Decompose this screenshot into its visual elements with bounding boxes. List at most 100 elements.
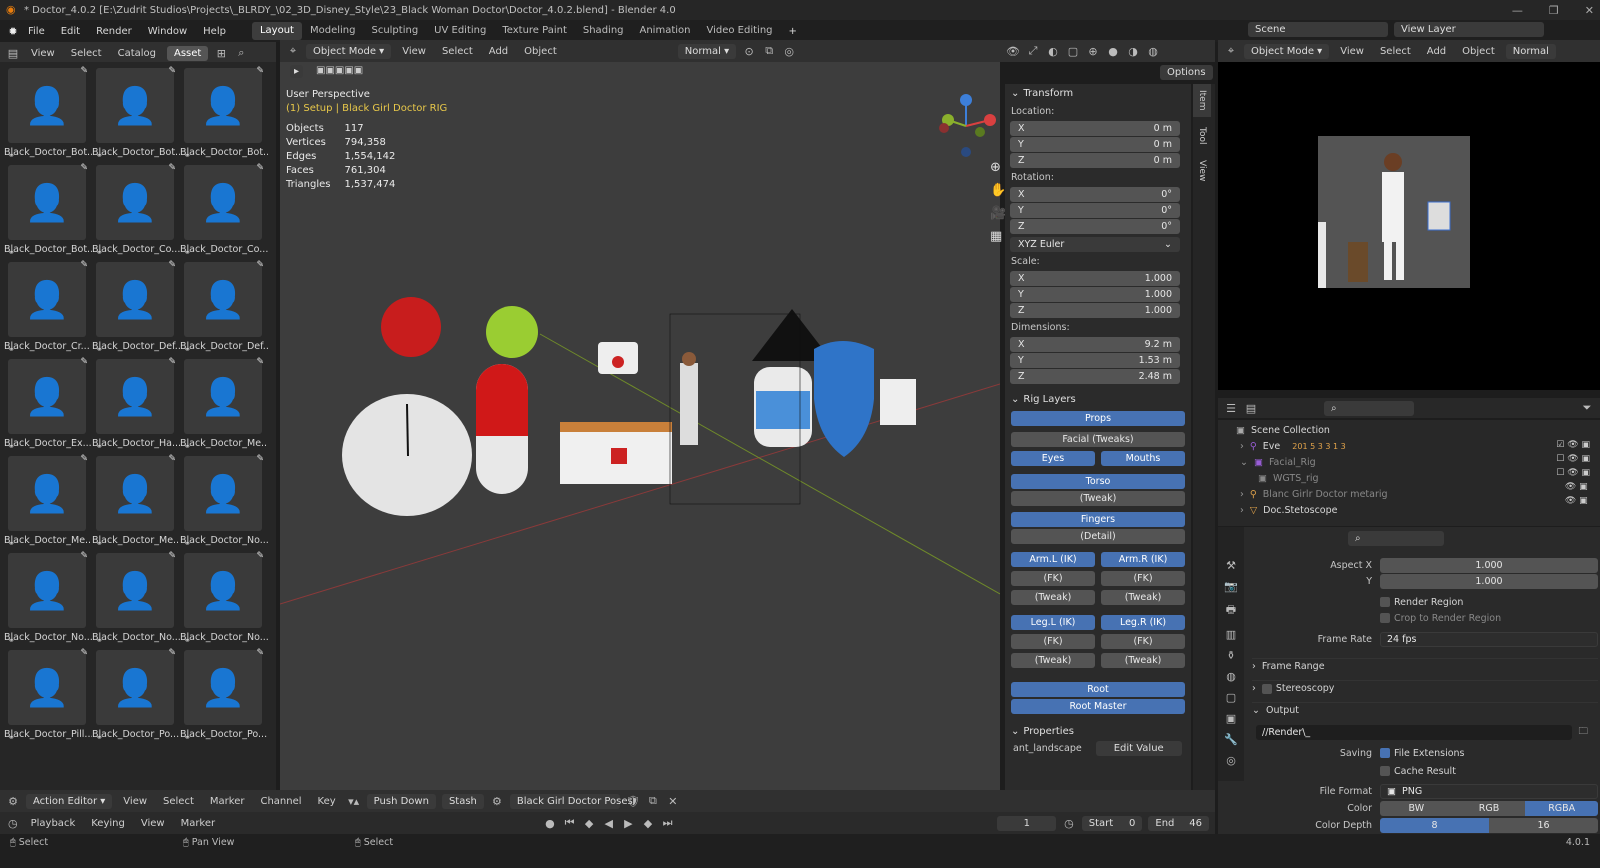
asset-item[interactable]: 👤 ✎ ⚭ Black_Doctor_Bot... — [92, 64, 180, 161]
tab-view[interactable]: View — [1193, 154, 1211, 187]
location-field[interactable]: X 0 m — [1010, 121, 1180, 136]
pv-menu-select[interactable]: Select — [1375, 46, 1416, 57]
object-tab-icon[interactable]: ▣ — [1226, 712, 1236, 725]
tool-tab-icon[interactable]: ⚒ — [1226, 559, 1236, 572]
record-icon[interactable]: ● — [543, 817, 557, 830]
edit-icon[interactable]: ✎ — [80, 551, 88, 561]
rotation-field[interactable]: Z 0° — [1010, 219, 1180, 234]
add-workspace-icon[interactable]: + — [781, 26, 805, 37]
depth-16-button[interactable]: 16 — [1489, 817, 1598, 833]
rig-torso-button[interactable]: Torso — [1011, 474, 1185, 489]
location-field[interactable]: Y 0 m — [1010, 137, 1180, 152]
edit-icon[interactable]: ✎ — [256, 357, 264, 367]
tab-uv-editing[interactable]: UV Editing — [426, 22, 494, 40]
jump-start-icon[interactable]: ⏮ — [563, 816, 577, 830]
editor-type-icon[interactable]: ▤ — [6, 47, 20, 60]
asset-item[interactable]: 👤 ✎ ⚭ Black_Doctor_Me... — [180, 355, 268, 452]
rig-layers-header[interactable]: ⌄ Rig Layers — [1005, 390, 1191, 409]
view-layer-tab-icon[interactable]: ▥ — [1226, 628, 1236, 641]
edit-icon[interactable]: ✎ — [80, 163, 88, 173]
unlink-icon[interactable]: ✕ — [666, 795, 680, 808]
edit-icon[interactable]: ✎ — [168, 66, 176, 76]
vp-menu-add[interactable]: Add — [484, 46, 513, 57]
asset-item[interactable]: 👤 ✎ ⚭ Black_Doctor_Def... — [92, 258, 180, 355]
rotation-mode-dropdown[interactable]: XYZ Euler ⌄ — [1010, 237, 1180, 252]
tab-layout[interactable]: Layout — [251, 22, 302, 40]
output-path-input[interactable]: //Render\_ — [1256, 724, 1573, 740]
duplicate-icon[interactable]: ⧉ — [646, 794, 660, 808]
outliner-editor-icon[interactable]: ☰ — [1224, 402, 1238, 415]
asset-item[interactable]: 👤 ✎ ⚭ Black_Doctor_Def... — [180, 258, 268, 355]
push-down-button[interactable]: Push Down — [366, 793, 436, 809]
camera-icon[interactable]: 🎥 — [990, 206, 1006, 221]
zoom-icon[interactable]: ⊕ — [990, 160, 1006, 175]
rig-fingers-button[interactable]: Fingers — [1011, 512, 1185, 527]
edit-icon[interactable]: ✎ — [168, 260, 176, 270]
crop-row[interactable]: Crop to Render Region — [1252, 610, 1598, 626]
stash-button[interactable]: Stash — [441, 793, 484, 809]
asset-item[interactable]: 👤 ✎ ⚭ Black_Doctor_Ex... — [4, 355, 92, 452]
cache-result-checkbox[interactable] — [1380, 766, 1390, 776]
vp-menu-view[interactable]: View — [397, 46, 431, 57]
frame-range-panel[interactable]: › Frame Range — [1252, 658, 1598, 674]
menu-file[interactable]: File — [20, 26, 53, 37]
rig-leg-r-ik-button[interactable]: Leg.R (IK) — [1101, 615, 1185, 630]
depth-8-button[interactable]: 8 — [1380, 817, 1489, 833]
eye-icon[interactable]: ☐ 👁 ▣ — [1556, 468, 1590, 478]
display-mode-icon[interactable]: ▤ — [1244, 402, 1258, 415]
output-tab-icon[interactable]: 🖶 — [1226, 601, 1236, 620]
edit-icon[interactable]: ✎ — [80, 260, 88, 270]
rig-eyes-button[interactable]: Eyes — [1011, 451, 1095, 466]
minimize-icon[interactable]: — — [1512, 4, 1523, 17]
current-frame-field[interactable]: 1 — [997, 815, 1057, 831]
camera-preview[interactable] — [1218, 62, 1600, 390]
rendered-shading-icon[interactable]: ◍ — [1146, 45, 1160, 58]
file-format-dropdown[interactable]: ▣ PNG — [1380, 783, 1598, 799]
solid-shading-icon[interactable]: ● — [1106, 45, 1120, 58]
outliner-scene-collection[interactable]: ▣ Scene Collection — [1218, 422, 1600, 438]
rig-props-button[interactable]: Props — [1011, 411, 1185, 426]
asset-item[interactable]: 👤 ✎ ⚭ Black_Doctor_Bot... — [4, 64, 92, 161]
eye-icon[interactable]: 👁 ▣ — [1556, 496, 1590, 506]
asset-item[interactable]: 👤 ✎ ⚭ Black_Doctor_No... — [180, 549, 268, 646]
edit-icon[interactable]: ✎ — [256, 260, 264, 270]
editor-type-icon[interactable]: ⌖ — [1224, 44, 1238, 58]
rig-torso-tweak-button[interactable]: (Tweak) — [1011, 491, 1185, 506]
rig-leg-l-tweak-button[interactable]: (Tweak) — [1011, 653, 1095, 668]
tl-view-menu[interactable]: View — [136, 818, 170, 829]
search-icon[interactable]: ⌕ — [234, 46, 248, 60]
asset-item[interactable]: 👤 ✎ ⚭ Black_Doctor_Po... — [92, 646, 180, 743]
gizmo-icon[interactable]: ⤢ — [1026, 44, 1040, 58]
asset-item[interactable]: 👤 ✎ ⚭ Black_Doctor_Ha... — [92, 355, 180, 452]
rig-leg-r-tweak-button[interactable]: (Tweak) — [1101, 653, 1185, 668]
asset-menu-select[interactable]: Select — [66, 48, 107, 59]
rotation-field[interactable]: Y 0° — [1010, 203, 1180, 218]
modifier-tab-icon[interactable]: 🔧 — [1224, 733, 1238, 746]
eye-icon[interactable]: 👁 ▣ — [1556, 482, 1590, 492]
tl-marker-menu[interactable]: Marker — [176, 818, 221, 829]
view-layer-selector[interactable]: View Layer — [1394, 22, 1544, 37]
tab-texture-paint[interactable]: Texture Paint — [494, 22, 575, 40]
toolbar-toggle-icon[interactable]: ▸ — [290, 65, 304, 78]
location-field[interactable]: Z 0 m — [1010, 153, 1180, 168]
rig-leg-l-fk-button[interactable]: (FK) — [1011, 634, 1095, 649]
asset-item[interactable]: 👤 ✎ ⚭ Black_Doctor_Cr... — [4, 258, 92, 355]
rig-arm-l-tweak-button[interactable]: (Tweak) — [1011, 590, 1095, 605]
action-name-field[interactable]: Black Girl Doctor Poses — [509, 793, 633, 809]
rig-root-button[interactable]: Root — [1011, 682, 1185, 697]
grid-view-icon[interactable]: ▦ — [990, 229, 1006, 244]
asset-item[interactable]: 👤 ✎ ⚭ Black_Doctor_No... — [180, 452, 268, 549]
display-mode-icon[interactable]: ⊞ — [214, 47, 228, 60]
ae-menu-view[interactable]: View — [118, 796, 152, 807]
menu-edit[interactable]: Edit — [53, 26, 88, 37]
scale-field[interactable]: Y 1.000 — [1010, 287, 1180, 302]
asset-item[interactable]: 👤 ✎ ⚭ Black_Doctor_Co... — [92, 161, 180, 258]
aspect-y-field[interactable]: 1.000 — [1380, 573, 1598, 589]
rig-arm-l-ik-button[interactable]: Arm.L (IK) — [1011, 552, 1095, 567]
play-reverse-icon[interactable]: ◀ — [602, 817, 616, 830]
rig-leg-r-fk-button[interactable]: (FK) — [1101, 634, 1185, 649]
rig-arm-l-fk-button[interactable]: (FK) — [1011, 571, 1095, 586]
edit-icon[interactable]: ✎ — [168, 551, 176, 561]
pan-hand-icon[interactable]: ✋ — [990, 183, 1006, 198]
transform-header[interactable]: ⌄ Transform — [1005, 84, 1191, 103]
